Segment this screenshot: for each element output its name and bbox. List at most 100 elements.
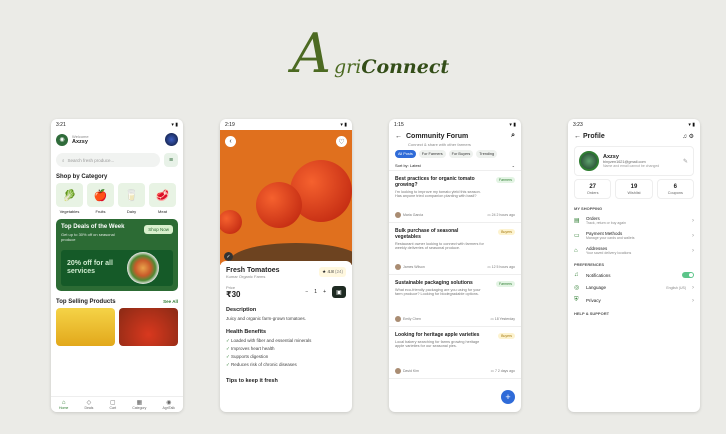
product-details: Fresh Tomatoes Kumar Organic Farms ★ 4.8… — [220, 261, 352, 390]
privacy-row[interactable]: ⛨ Privacy › — [568, 294, 700, 307]
status-bar: 3:21 ▾ ▮ — [56, 121, 178, 128]
price: ₹30 — [226, 290, 241, 299]
post-title: Looking for heritage apple varieties — [395, 332, 480, 338]
plus-icon[interactable]: + — [323, 289, 326, 295]
gear-icon[interactable]: ⚙ — [689, 134, 694, 140]
profile-avatar[interactable] — [165, 133, 178, 146]
status-bar: 3:23 ▾ ▮ — [573, 121, 695, 128]
nav-item-category[interactable]: ▦ Category — [132, 399, 146, 410]
home-icon: ⌂ — [61, 399, 66, 406]
row-payment-methods[interactable]: ▭ Payment Methods Manage your cards and wa… — [568, 228, 700, 243]
search-icon[interactable]: ⌕ — [511, 132, 515, 140]
stat-value: 6 — [673, 184, 677, 190]
quantity-stepper[interactable]: −1 + ▣ — [305, 286, 346, 298]
bell-icon[interactable]: ♫ — [682, 134, 687, 140]
category-meat[interactable]: 🥩 Meat — [149, 183, 176, 214]
post-description: Local bakery searching for farms growing… — [395, 340, 480, 348]
avatar[interactable]: ◉ — [56, 133, 68, 146]
filter-icon[interactable]: ≡ — [164, 153, 178, 167]
add-post-button[interactable]: + — [501, 390, 515, 404]
row-orders[interactable]: ▤ Orders Track, return or buy again › — [568, 213, 700, 228]
post-meta: James Wilson ▭ 12 5 hours ago — [395, 264, 515, 270]
comment-icon: ▭ — [487, 265, 492, 269]
search-input[interactable]: ⌕ Search fresh produce... — [56, 153, 160, 167]
back-icon[interactable]: ← — [395, 133, 402, 140]
product-image: ‹ ♡ ✓ — [220, 130, 352, 265]
category-label: Meat — [158, 209, 167, 214]
minus-icon[interactable]: − — [305, 289, 308, 295]
agriconnect-logo: A griConnect — [292, 24, 462, 86]
deals-icon: ◇ — [86, 400, 92, 406]
post-title: Sustainable packaging solutions — [395, 280, 473, 286]
edit-icon[interactable]: ✎ — [683, 158, 688, 165]
forum-post[interactable]: Best practices for organic tomato growin… — [389, 171, 521, 223]
stat-label: Orders — [586, 191, 599, 195]
page-title: Community Forum — [406, 132, 469, 140]
stat-label: Wishlist — [627, 191, 641, 195]
post-stats: ▭ 12 5 hours ago — [487, 265, 515, 269]
selling-heading: Top Selling Products See All — [56, 299, 178, 305]
shop-now-button[interactable]: Shop Now — [144, 225, 173, 234]
stat-orders[interactable]: 27 Orders — [574, 179, 612, 199]
post-title: Best practices for organic tomato growin… — [395, 176, 475, 188]
heart-icon[interactable]: ♡ — [336, 136, 347, 147]
category-fruits[interactable]: 🍎 Fruits — [87, 183, 114, 214]
profile-screen: 3:23 ▾ ▮ ← Profile ♫ ⚙ Axzsy binyzen1621@gm… — [568, 119, 700, 412]
shield-icon: ⛨ — [574, 297, 579, 303]
forum-post[interactable]: Bulk purchase of seasonal vegetables Rest… — [389, 223, 521, 275]
category-list: 🥬 Vegetables 🍎 Fruits 🥛 Dairy 🥩 Meat — [51, 183, 183, 214]
search-icon: ⌕ — [62, 157, 65, 163]
post-author: James Wilson — [395, 264, 425, 270]
chevron-right-icon: › — [692, 247, 694, 254]
post-tag: Buyers — [498, 333, 515, 339]
stat-coupons[interactable]: 6 Coupons — [656, 179, 694, 199]
stats-row: 27 Orders 19 Wishlist 6 Coupons — [574, 179, 694, 199]
tab-for-buyers[interactable]: For Buyers — [448, 150, 474, 158]
sort-dropdown[interactable]: Sort by: Latest ⌄ — [389, 161, 521, 171]
nav-item-cart[interactable]: ▢ Cart — [109, 399, 116, 410]
post-tag: Farmers — [495, 281, 515, 287]
author-avatar — [395, 316, 401, 322]
status-bar: 1:15 ▾ ▮ — [394, 121, 516, 128]
cart-icon: ▢ — [109, 400, 116, 406]
nav-item-home[interactable]: ⌂ Home — [59, 400, 68, 410]
tab-all-posts[interactable]: All Posts — [395, 150, 416, 158]
forum-post[interactable]: Looking for heritage apple varieties Loca… — [389, 327, 521, 379]
back-icon[interactable]: ← — [574, 133, 583, 140]
post-description: I'm looking to improve my tomato yield t… — [395, 190, 481, 198]
stat-wishlist[interactable]: 19 Wishlist — [615, 179, 653, 199]
author-avatar — [395, 368, 401, 374]
chevron-right-icon: › — [692, 284, 694, 291]
see-all-link[interactable]: See All — [163, 299, 178, 305]
category-icon: ▦ — [136, 400, 143, 406]
chevron-right-icon: › — [692, 297, 694, 304]
deals-banner: Top Deals of the Week Get up to 30% off … — [56, 219, 178, 291]
post-meta: David Kim ▭ 7 2 days ago — [395, 368, 515, 374]
payment-methods-icon: ▭ — [574, 233, 580, 239]
stat-value: 19 — [630, 184, 638, 190]
category-vegetables[interactable]: 🥬 Vegetables — [56, 183, 83, 214]
cart-button[interactable]: ▣ — [332, 286, 346, 298]
category-dairy[interactable]: 🥛 Dairy — [118, 183, 145, 214]
post-meta: Maria Garcia ▭ 24 2 hours ago — [395, 212, 515, 218]
tab-for-farmers[interactable]: For Farmers — [418, 150, 446, 158]
forum-post[interactable]: Sustainable packaging solutions What eco-… — [389, 275, 521, 327]
nav-item-deals[interactable]: ◇ Deals — [84, 399, 93, 410]
tab-trending[interactable]: Trending — [476, 150, 498, 158]
post-list: Best practices for organic tomato growin… — [389, 171, 521, 379]
product-card[interactable] — [56, 308, 115, 346]
notifications-toggle[interactable] — [682, 272, 694, 278]
shopping-list: ▤ Orders Track, return or buy again › ▭ Payme… — [568, 213, 700, 258]
product-card[interactable] — [119, 308, 178, 346]
search-row: ⌕ Search fresh produce... ≡ — [56, 153, 178, 167]
row-addresses[interactable]: ⌂ Addresses Your saved delivery locations › — [568, 243, 700, 258]
notifications-row[interactable]: ♫ Notifications — [568, 269, 700, 281]
language-row[interactable]: ◎ Language English (US) › — [568, 281, 700, 294]
user-name: Axzsy — [72, 139, 88, 145]
profile-avatar[interactable] — [579, 151, 599, 171]
nav-item-agritalk[interactable]: ◉ AgriTalk — [162, 399, 174, 410]
back-icon[interactable]: ‹ — [225, 136, 236, 147]
promo-card[interactable]: 20% off for all services — [61, 250, 173, 286]
check-icon: ✓ — [224, 252, 233, 261]
category-label: Dairy — [126, 209, 137, 214]
